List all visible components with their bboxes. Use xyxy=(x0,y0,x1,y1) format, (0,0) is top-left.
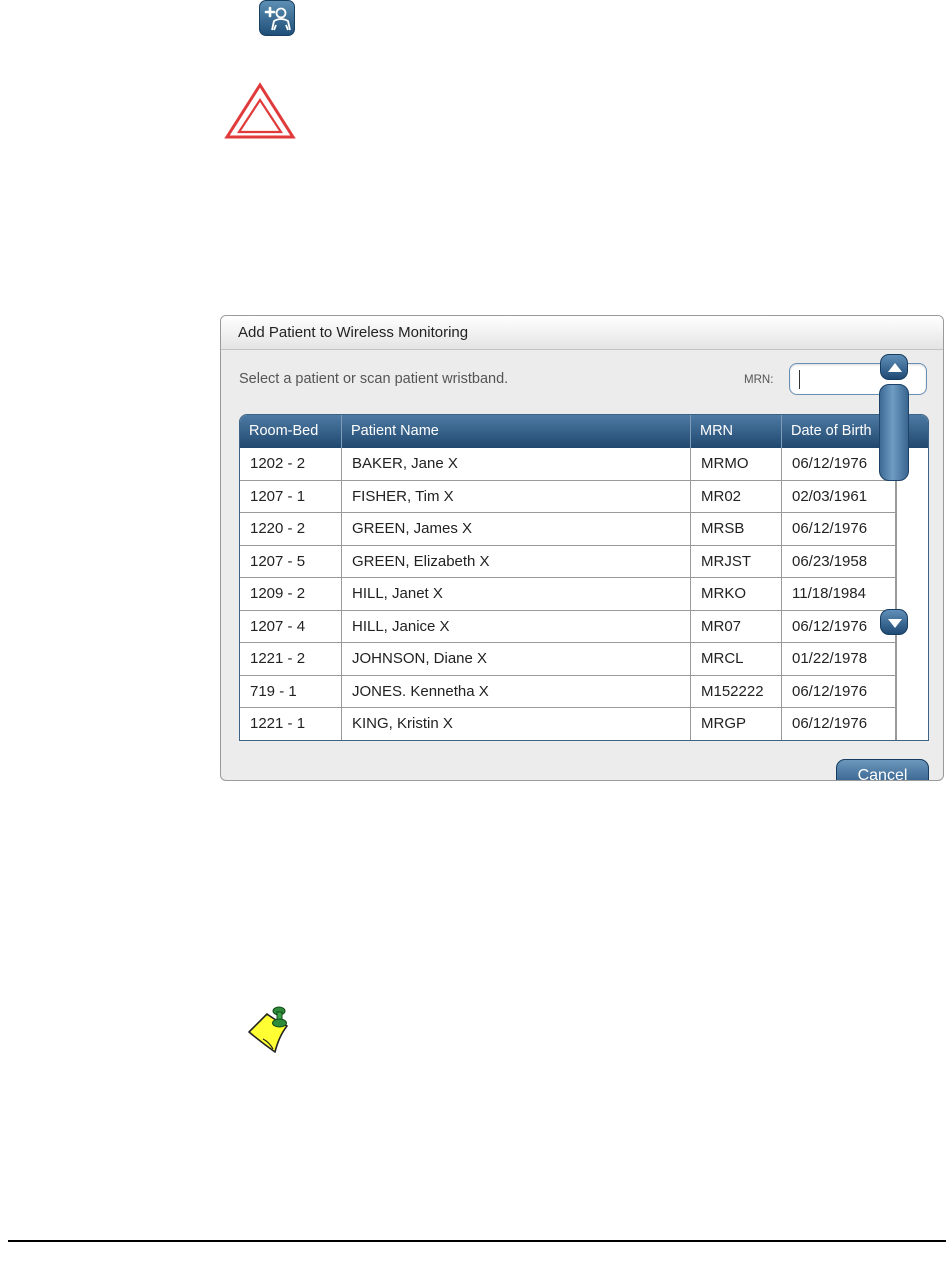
cell-date-of-birth: 06/23/1958 xyxy=(782,545,896,578)
cell-room-bed: 1207 - 1 xyxy=(240,480,342,513)
instruction-text: Select a patient or scan patient wristba… xyxy=(239,371,509,387)
cell-date-of-birth: 02/03/1961 xyxy=(782,480,896,513)
text-caret xyxy=(799,370,800,389)
table-row[interactable]: 719 - 1 JONES. Kennetha X M152222 06/12/197… xyxy=(240,675,896,708)
cell-mrn: MRMO xyxy=(691,448,782,480)
cell-room-bed: 1221 - 2 xyxy=(240,643,342,675)
cell-mrn: MRJST xyxy=(691,545,782,578)
cell-room-bed: 719 - 1 xyxy=(240,675,342,708)
page-divider xyxy=(8,1240,946,1242)
column-header-room-bed[interactable]: Room-Bed xyxy=(240,415,342,448)
cell-patient-name: BAKER, Jane X xyxy=(342,448,691,480)
cell-room-bed: 1220 - 2 xyxy=(240,513,342,545)
cell-patient-name: GREEN, Elizabeth X xyxy=(342,545,691,578)
table-row[interactable]: 1221 - 2 JOHNSON, Diane X MRCL 01/22/1978 xyxy=(240,643,896,676)
mrn-label: MRN: xyxy=(744,374,774,386)
cell-patient-name: HILL, Janice X xyxy=(342,610,691,643)
cell-patient-name: KING, Kristin X xyxy=(342,708,691,740)
patient-table: Room-Bed Patient Name MRN Date of Birth … xyxy=(239,414,929,741)
cell-mrn: MRKO xyxy=(691,578,782,610)
cell-room-bed: 1221 - 1 xyxy=(240,708,342,740)
cell-patient-name: JOHNSON, Diane X xyxy=(342,643,691,675)
table-body: 1202 - 2 BAKER, Jane X MRMO 06/12/1976 1207 … xyxy=(240,448,896,740)
column-header-mrn[interactable]: MRN xyxy=(691,415,782,448)
dialog-title: Add Patient to Wireless Monitoring xyxy=(238,324,469,341)
add-patient-dialog: Add Patient to Wireless Monitoring Selec… xyxy=(220,315,944,781)
table-row[interactable]: 1207 - 1 FISHER, Tim X MR02 02/03/1961 xyxy=(240,480,896,513)
triangle-up-icon xyxy=(888,363,902,372)
cell-room-bed: 1207 - 4 xyxy=(240,610,342,643)
cell-mrn: MRSB xyxy=(691,513,782,545)
cell-date-of-birth: 06/12/1976 xyxy=(782,513,896,545)
table-row[interactable]: 1207 - 4 HILL, Janice X MR07 06/12/1976 xyxy=(240,610,896,643)
scrollbar-track[interactable] xyxy=(896,448,928,740)
table-row[interactable]: 1209 - 2 HILL, Janet X MRKO 11/18/1984 xyxy=(240,578,896,611)
table-row[interactable]: 1220 - 2 GREEN, James X MRSB 06/12/1976 xyxy=(240,513,896,546)
cell-patient-name: HILL, Janet X xyxy=(342,578,691,610)
table-row[interactable]: 1207 - 5 GREEN, Elizabeth X MRJST 06/23/195… xyxy=(240,545,896,578)
cell-mrn: MR07 xyxy=(691,610,782,643)
cancel-button[interactable]: Cancel xyxy=(836,759,929,780)
table-row[interactable]: 1202 - 2 BAKER, Jane X MRMO 06/12/1976 xyxy=(240,448,896,481)
cell-patient-name: GREEN, James X xyxy=(342,513,691,545)
cell-date-of-birth: 06/12/1976 xyxy=(782,675,896,708)
table-header: Room-Bed Patient Name MRN Date of Birth xyxy=(240,415,928,448)
note-pin-icon xyxy=(248,1006,288,1053)
cell-patient-name: JONES. Kennetha X xyxy=(342,675,691,708)
column-header-patient-name[interactable]: Patient Name xyxy=(342,415,691,448)
cell-mrn: MR02 xyxy=(691,480,782,513)
scroll-down-button[interactable] xyxy=(880,609,908,635)
cell-mrn: M152222 xyxy=(691,675,782,708)
cell-date-of-birth: 06/12/1976 xyxy=(782,610,896,643)
triangle-down-icon xyxy=(888,619,902,628)
scrollbar-thumb[interactable] xyxy=(879,384,909,481)
cell-date-of-birth: 01/22/1978 xyxy=(782,643,896,675)
cell-date-of-birth: 11/18/1984 xyxy=(782,578,896,610)
cell-room-bed: 1207 - 5 xyxy=(240,545,342,578)
cell-room-bed: 1202 - 2 xyxy=(240,448,342,480)
cell-room-bed: 1209 - 2 xyxy=(240,578,342,610)
add-patient-icon xyxy=(259,0,295,36)
cell-mrn: MRCL xyxy=(691,643,782,675)
scroll-up-button[interactable] xyxy=(880,354,908,380)
table-row[interactable]: 1221 - 1 KING, Kristin X MRGP 06/12/1976 xyxy=(240,708,896,740)
cell-date-of-birth: 06/12/1976 xyxy=(782,708,896,740)
cell-patient-name: FISHER, Tim X xyxy=(342,480,691,513)
warning-triangle-icon xyxy=(224,82,296,139)
cell-mrn: MRGP xyxy=(691,708,782,740)
